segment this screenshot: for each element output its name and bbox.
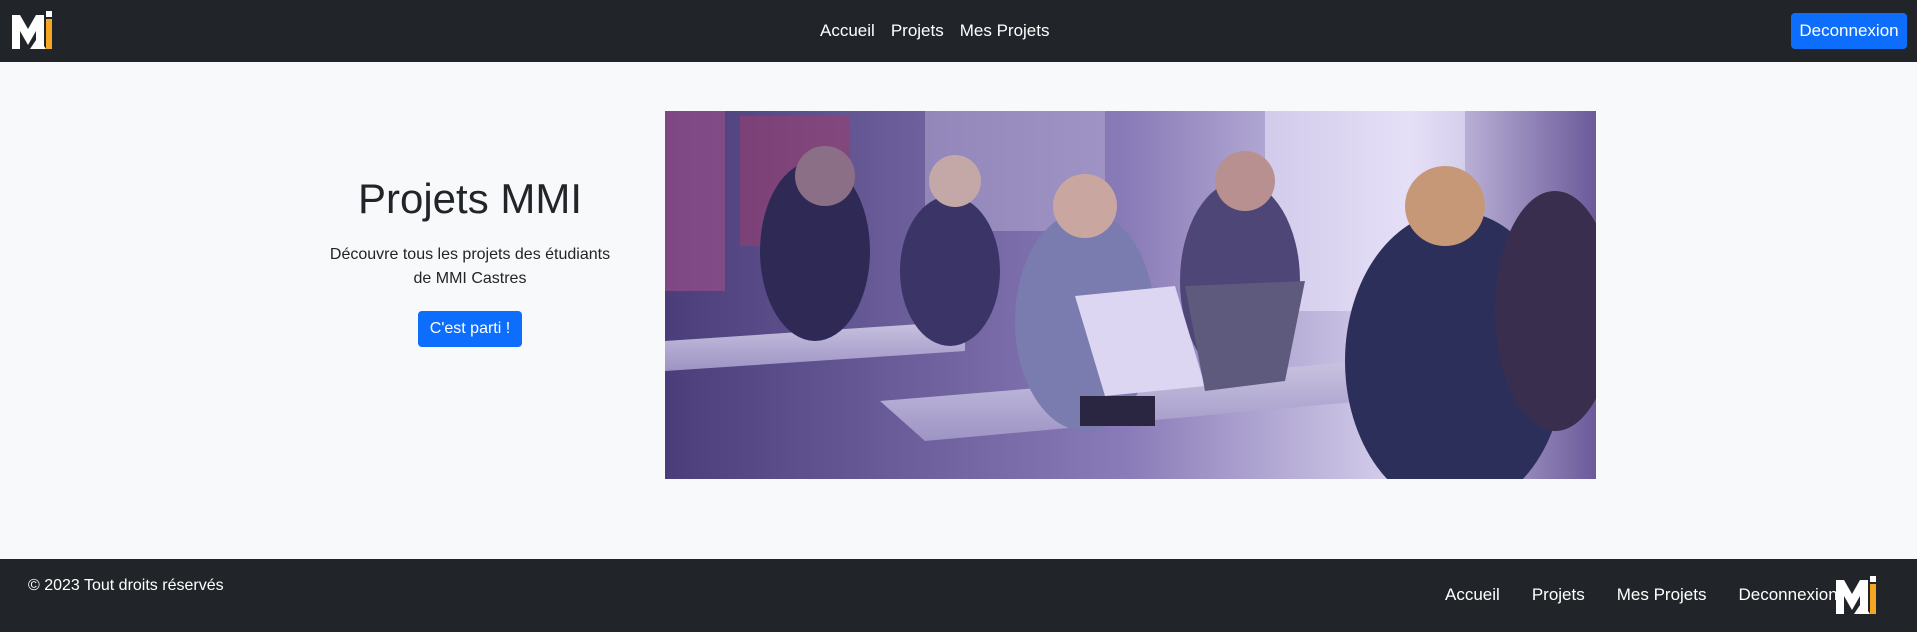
top-navbar: Accueil Projets Mes Projets Deconnexion	[0, 0, 1917, 62]
cta-button[interactable]: C'est parti !	[417, 311, 523, 347]
footer-nav: Accueil Projets Mes Projets Deconnexion	[1445, 585, 1838, 605]
nav-link-projets[interactable]: Projets	[891, 21, 944, 41]
footer-link-deconnexion[interactable]: Deconnexion	[1738, 585, 1837, 605]
footer-link-projets[interactable]: Projets	[1532, 585, 1585, 605]
photo-illustration	[665, 111, 1596, 479]
site-footer: © 2023 Tout droits réservés Accueil Proj…	[0, 559, 1917, 632]
footer-mmi-logo-icon[interactable]	[1834, 574, 1878, 618]
nav-link-accueil[interactable]: Accueil	[820, 21, 875, 41]
footer-link-accueil[interactable]: Accueil	[1445, 585, 1500, 605]
main-nav: Accueil Projets Mes Projets	[820, 0, 1049, 62]
mmi-logo-icon[interactable]	[10, 9, 54, 53]
page-title: Projets MMI	[357, 175, 583, 222]
students-classroom-photo	[665, 111, 1596, 479]
hero-description: Découvre tous les projets des étudiants …	[329, 246, 611, 287]
hero-section: Projets MMI Découvre tous les projets de…	[300, 175, 640, 347]
footer-link-mes-projets[interactable]: Mes Projets	[1617, 585, 1707, 605]
copyright-text: © 2023 Tout droits réservés	[28, 577, 224, 594]
nav-link-mes-projets[interactable]: Mes Projets	[960, 21, 1050, 41]
logout-button[interactable]: Deconnexion	[1791, 13, 1907, 49]
